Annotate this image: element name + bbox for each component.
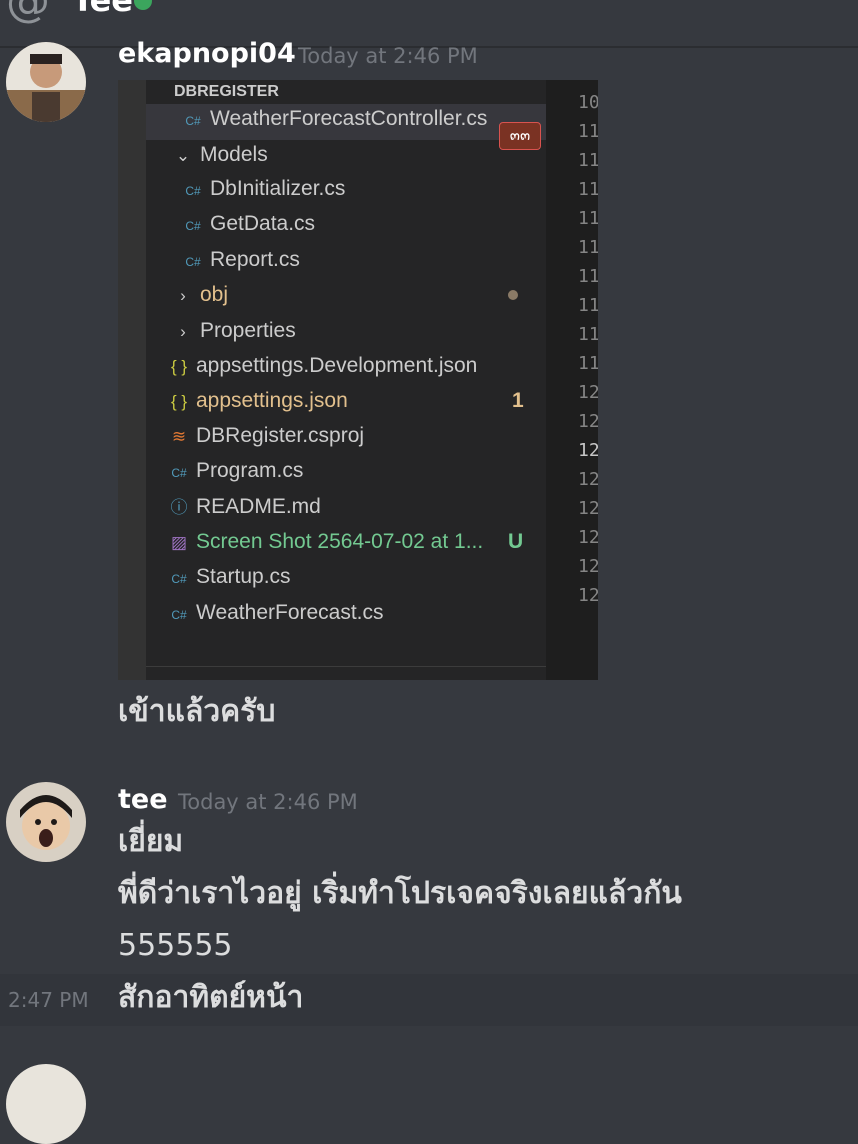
csharp-icon: C#: [171, 572, 187, 586]
tree-item-label: WeatherForecastController.cs: [210, 107, 488, 130]
chevron-down-icon: ⌄: [175, 146, 191, 165]
channel-name[interactable]: Tee: [72, 0, 133, 18]
tree-item[interactable]: C# Startup.cs: [168, 560, 291, 594]
tree-item[interactable]: { } appsettings.json: [168, 384, 348, 418]
image-icon: ▨: [170, 533, 188, 552]
csharp-icon: C#: [185, 114, 201, 128]
line-number: 12: [578, 382, 598, 403]
line-number: 12: [578, 556, 598, 577]
tree-item-label: DBRegister.csproj: [196, 424, 365, 447]
modified-dot-icon: [508, 290, 518, 300]
message-list: ekapnopi04 Today at 2:46 PM DBREGISTER ๓…: [0, 38, 858, 1144]
line-number: 12: [578, 498, 598, 519]
tree-item[interactable]: ⓘ README.md: [168, 490, 321, 524]
line-number: 11: [578, 179, 598, 200]
tree-item[interactable]: C# WeatherForecastController.cs: [182, 102, 487, 136]
csharp-icon: C#: [171, 608, 187, 622]
line-number: 12: [578, 469, 598, 490]
line-number: 11: [578, 121, 598, 142]
line-number: 11: [578, 237, 598, 258]
tree-item-label: Report.cs: [210, 248, 300, 271]
divider: [146, 666, 546, 667]
timestamp: Today at 2:46 PM: [178, 790, 358, 814]
tree-item[interactable]: › Properties: [172, 314, 296, 348]
activity-bar: [118, 80, 146, 680]
message-text: เข้าแล้วครับ: [118, 694, 276, 729]
line-number: 11: [578, 353, 598, 374]
message-text: สักอาทิตย์หน้า: [118, 980, 304, 1015]
csharp-icon: C#: [185, 219, 201, 233]
line-number: 11: [578, 208, 598, 229]
tree-item[interactable]: ▨ Screen Shot 2564-07-02 at 1...: [168, 525, 483, 559]
tree-item[interactable]: C# Program.cs: [168, 454, 303, 488]
line-number: 11: [578, 324, 598, 345]
csharp-icon: C#: [185, 184, 201, 198]
message-line: 555555: [118, 928, 233, 963]
tree-item-label: DbInitializer.cs: [210, 177, 346, 200]
tree-item[interactable]: › obj: [172, 278, 228, 312]
line-number: 12: [578, 527, 598, 548]
git-status-badge: U: [508, 530, 524, 553]
info-icon: ⓘ: [170, 498, 188, 517]
timestamp: Today at 2:46 PM: [298, 44, 478, 68]
hover-timestamp: 2:47 PM: [8, 988, 89, 1012]
tree-item-label: Properties: [200, 319, 296, 342]
line-number: 12: [578, 585, 598, 606]
line-number: 12: [578, 411, 598, 432]
tree-item-label: Screen Shot 2564-07-02 at 1...: [196, 530, 484, 553]
tree-item-label: README.md: [196, 495, 321, 518]
username[interactable]: tee: [118, 784, 168, 816]
tree-item[interactable]: ≋ DBRegister.csproj: [168, 419, 364, 453]
avatar[interactable]: [6, 1064, 86, 1144]
username[interactable]: ekapnopi04: [118, 38, 296, 70]
tree-item-label: Startup.cs: [196, 565, 291, 588]
line-number: 11: [578, 295, 598, 316]
rss-icon: ≋: [171, 427, 187, 446]
chevron-right-icon: ›: [180, 322, 186, 341]
message-line: พี่ดีว่าเราไวอยู่ เริ่มทำโปรเจคจริงเลยแล…: [118, 876, 682, 911]
json-icon: { }: [170, 357, 188, 376]
tree-item[interactable]: C# Report.cs: [182, 243, 300, 277]
attached-image[interactable]: DBREGISTER ๓๓ C# WeatherForecastControlle…: [118, 80, 598, 680]
csharp-icon: C#: [185, 255, 201, 269]
tree-item[interactable]: C# DbInitializer.cs: [182, 172, 345, 206]
json-icon: { }: [170, 392, 188, 411]
line-number: 12: [578, 440, 598, 461]
tree-item-label: Program.cs: [196, 459, 304, 482]
csharp-icon: C#: [171, 466, 187, 480]
tree-item-label: GetData.cs: [210, 212, 316, 235]
tree-item[interactable]: C# WeatherForecast.cs: [168, 596, 384, 630]
online-status-icon: [134, 0, 152, 10]
at-icon: @: [6, 0, 50, 27]
problems-badge: ๓๓: [499, 122, 541, 150]
line-number: 10: [578, 92, 598, 113]
line-number: 11: [578, 150, 598, 171]
tree-item[interactable]: { } appsettings.Development.json: [168, 349, 477, 383]
tree-item-label: obj: [200, 283, 229, 306]
message-line: เยี่ยม: [118, 824, 184, 859]
section-title: DBREGISTER: [174, 83, 279, 100]
avatar[interactable]: [6, 42, 86, 122]
tree-item-label: appsettings.json: [196, 389, 348, 412]
tree-item[interactable]: ⌄ Models: [172, 138, 268, 172]
line-number: 11: [578, 266, 598, 287]
tree-item-label: appsettings.Development.json: [196, 354, 478, 377]
chevron-right-icon: ›: [180, 286, 186, 305]
git-status-badge: 1: [512, 389, 524, 412]
tree-item-label: Models: [200, 143, 268, 166]
tree-item[interactable]: C# GetData.cs: [182, 207, 315, 241]
avatar[interactable]: [6, 782, 86, 862]
tree-item-label: WeatherForecast.cs: [196, 601, 384, 624]
